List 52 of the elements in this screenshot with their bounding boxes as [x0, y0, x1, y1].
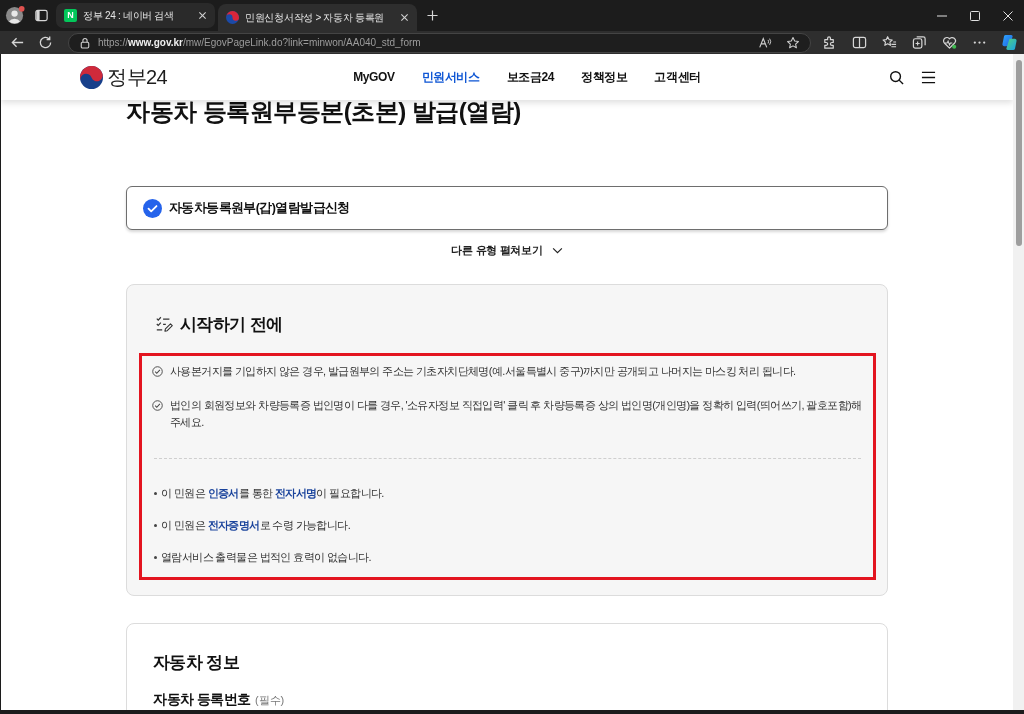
puzzle-icon[interactable] — [821, 35, 837, 50]
bullet-icon — [154, 492, 157, 495]
lock-icon — [79, 36, 90, 49]
bullet-icon — [154, 524, 157, 527]
heart-pulse-icon[interactable] — [941, 35, 957, 50]
required-note: (필수) — [254, 693, 285, 708]
new-tab-icon[interactable] — [427, 10, 439, 21]
browser-tab[interactable]: N 정부 24 : 네이버 검색 — [56, 3, 215, 28]
emblem-icon — [80, 65, 103, 89]
close-icon[interactable] — [1003, 10, 1013, 21]
read-aloud-icon[interactable] — [758, 35, 772, 50]
close-icon[interactable] — [198, 11, 207, 20]
notice-text: 이 민원은 전자증명서로 수령 가능합니다. — [161, 518, 351, 533]
notice-text: 이 민원은 인증서를 통한 전자서명이 필요합니다. — [161, 486, 384, 501]
emblem-favicon-icon — [226, 11, 239, 24]
nav-link[interactable]: 고객센터 — [654, 69, 701, 85]
checklist-pencil-icon — [155, 315, 173, 333]
chevron-down-icon — [551, 246, 563, 254]
check-circle-icon — [152, 366, 163, 377]
section-heading: 자동차 정보 — [153, 652, 239, 673]
expand-types-toggle[interactable]: 다른 유형 펼쳐보기 — [451, 242, 563, 258]
notice-text: 법인의 회원정보와 차량등록증 법인명이 다를 경우, '소유자정보 직접입력' 클릭 후 차량등록증 상의 법인명(개인명)을 정확히 입력(띄어쓰기, 괄호포함)해 주세요. — [170, 398, 862, 430]
nav-link[interactable]: 정책정보 — [580, 69, 628, 85]
scrollbar-thumb[interactable] — [1015, 60, 1022, 246]
page-title: 자동차 등록원부등본(초본) 발급(열람) — [126, 100, 522, 124]
bullet-icon — [154, 556, 157, 559]
selected-type-option[interactable]: 자동차등록원부(갑)열람발급신청 — [126, 186, 888, 230]
reload-icon[interactable] — [38, 35, 54, 50]
split-screen-icon[interactable] — [851, 35, 867, 50]
profile-avatar-icon[interactable] — [5, 5, 26, 26]
back-arrow-icon[interactable] — [10, 35, 26, 50]
browser-tab[interactable]: 민원신청서작성 > 자동차 등록원 — [218, 4, 418, 31]
address-field[interactable]: https://www.gov.kr/mw/EgovPageLink.do?link=minwon/AA040_std_form — [67, 32, 811, 53]
nav-link[interactable]: 민원서비스 — [421, 69, 480, 85]
close-icon[interactable] — [400, 13, 410, 22]
star-icon[interactable] — [786, 35, 800, 50]
collections-icon[interactable] — [911, 35, 927, 50]
section-heading: 시작하기 전에 — [180, 314, 283, 335]
copilot-icon[interactable] — [1000, 34, 1018, 51]
site-logo[interactable]: 정부24 — [80, 65, 168, 89]
check-circle-icon — [152, 400, 163, 411]
favorites-icon[interactable] — [881, 35, 897, 50]
tab-actions-icon[interactable] — [34, 8, 49, 23]
nav-link[interactable]: 보조금24 — [506, 69, 554, 85]
maximize-icon[interactable] — [970, 10, 980, 21]
notice-text: 열람서비스 출력물은 법적인 효력이 없습니다. — [161, 550, 371, 565]
notice-text: 사용본거지를 기입하지 않은 경우, 발급원부의 주소는 기초자치단체명(예.서울특별시 중구)까지만 공개되고 나머지는 마스킹 처리 됩니다. — [170, 364, 796, 379]
search-icon[interactable] — [889, 69, 904, 85]
site-favicon: N — [64, 9, 77, 22]
menu-icon[interactable] — [921, 69, 936, 85]
field-label: 자동차 등록번호 — [153, 691, 251, 707]
nav-link[interactable]: MyGOV — [353, 69, 395, 85]
